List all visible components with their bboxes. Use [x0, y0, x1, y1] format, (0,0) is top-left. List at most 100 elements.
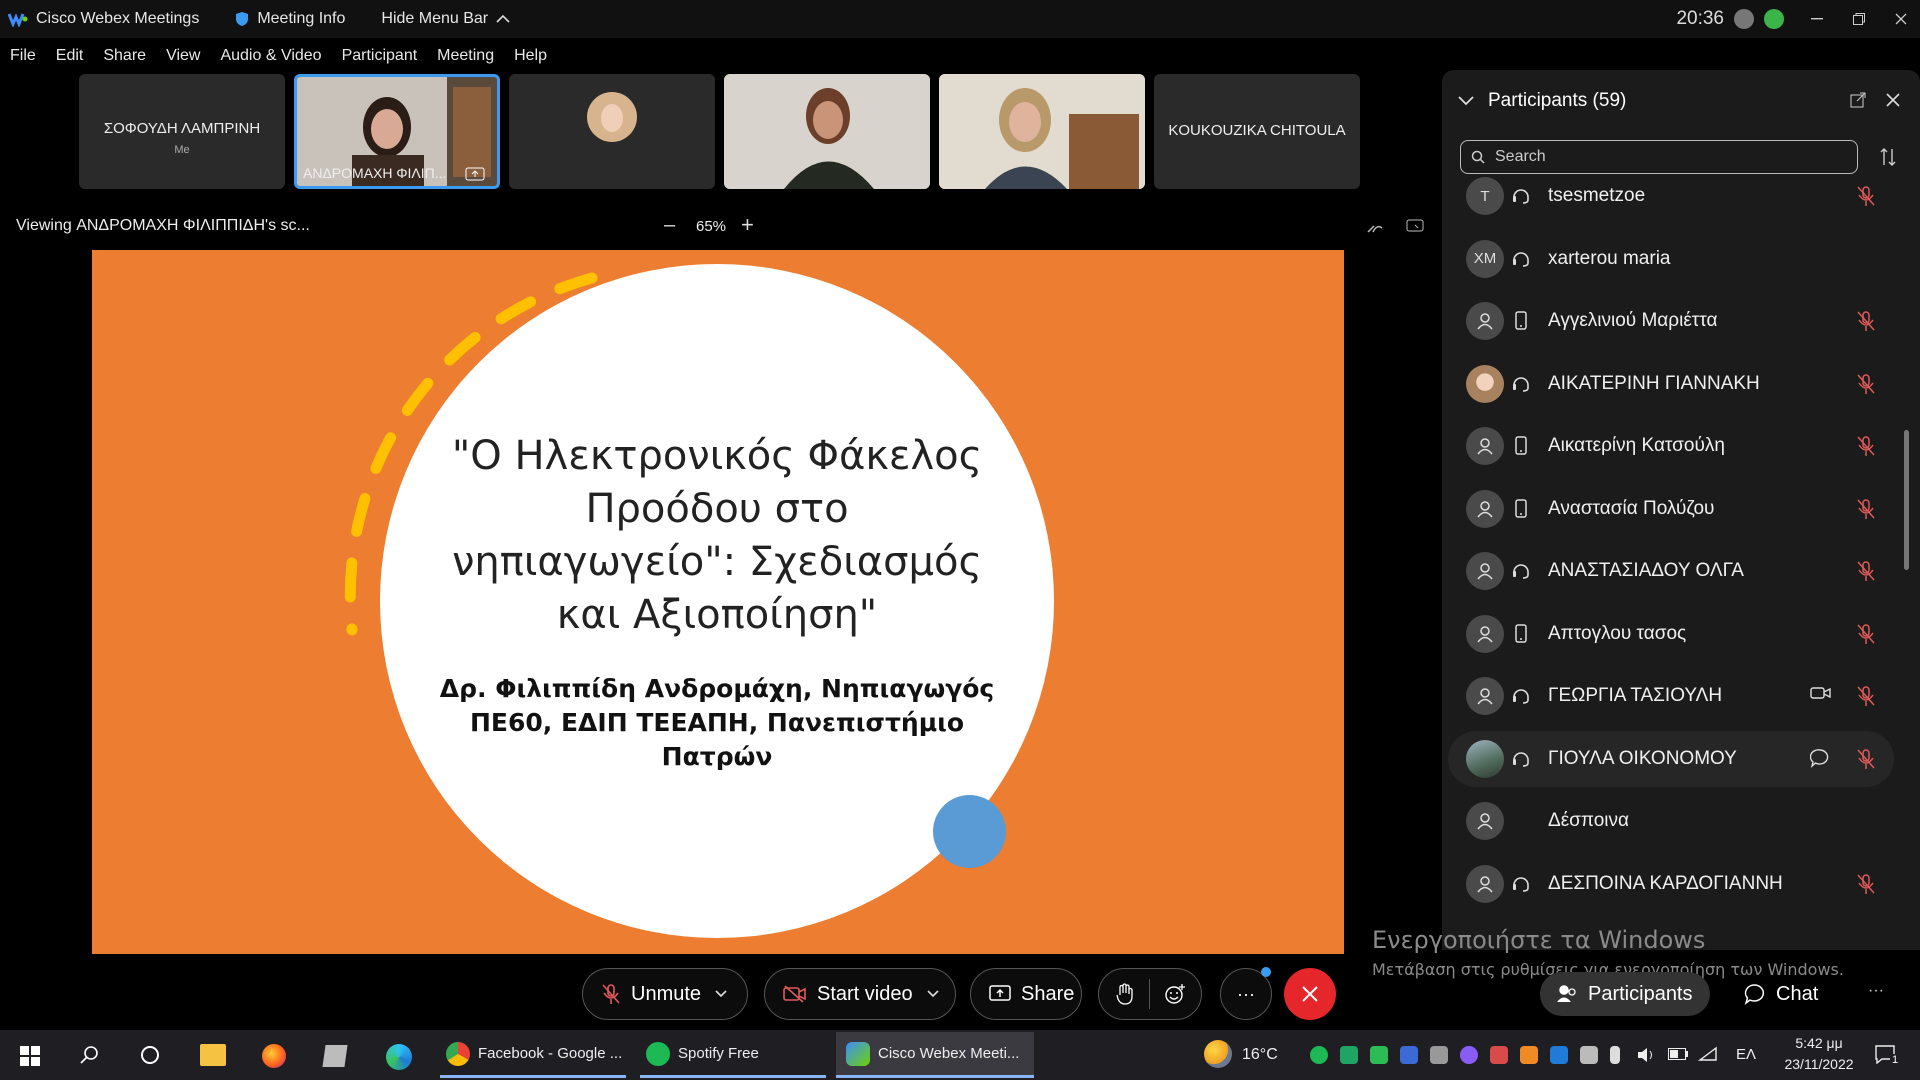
start-video-button[interactable]: Start video: [764, 968, 956, 1020]
headset-icon: [1510, 560, 1532, 582]
participant-row[interactable]: XM xarterou maria: [1448, 231, 1894, 287]
person-icon: [1466, 864, 1504, 903]
tile-name: ΑΝΔΡΟΜΑΧΗ ΦΙΛΙΠ...: [303, 165, 447, 181]
video-tile-6[interactable]: KOUKOUZIKA CHITOULA: [1154, 74, 1360, 189]
close-panel-icon[interactable]: [1886, 93, 1900, 107]
bluetooth-tray-icon[interactable]: [1550, 1046, 1568, 1064]
taskbar-app-webex[interactable]: Cisco Webex Meeti...: [836, 1032, 1034, 1078]
app-tray-icon[interactable]: [1520, 1046, 1538, 1064]
microphone-tray-icon[interactable]: [1610, 1046, 1620, 1064]
unmute-button[interactable]: Unmute: [582, 968, 748, 1020]
participant-row[interactable]: ΓΕΩΡΓΙΑ ΤΑΣΙΟΥΛΗ: [1448, 668, 1894, 724]
close-window-button[interactable]: [1882, 0, 1920, 38]
avatar: T: [1466, 177, 1504, 215]
viber-tray-icon[interactable]: [1460, 1046, 1478, 1064]
hide-menu-bar-button[interactable]: Hide Menu Bar: [381, 10, 518, 28]
chevron-down-icon[interactable]: [715, 990, 727, 998]
raise-hand-icon[interactable]: [1115, 983, 1135, 1005]
annotate-icon[interactable]: [1366, 218, 1384, 236]
participants-toggle-button[interactable]: Participants: [1540, 972, 1710, 1016]
participant-row[interactable]: Δέσποινα: [1448, 793, 1894, 849]
participant-row[interactable]: ΔΕΣΠΟΙΝΑ ΚΑΡΔΟΓΙΑΝΝΗ: [1448, 856, 1894, 912]
share-button[interactable]: Share: [970, 968, 1082, 1020]
menu-meeting[interactable]: Meeting: [437, 47, 494, 65]
drive-tray-icon[interactable]: [1340, 1046, 1358, 1064]
participant-name: ΓΙΟΥΛΑ ΟΙΚΟΝΟΜΟΥ: [1548, 747, 1737, 769]
notification-center-button[interactable]: 1: [1874, 1042, 1902, 1068]
participant-row[interactable]: ΓΙΟΥΛΑ ΟΙΚΟΝΟΜΟΥ: [1448, 730, 1894, 787]
input-language[interactable]: ΕΛ: [1736, 1046, 1756, 1063]
network-icon[interactable]: [1734, 9, 1754, 29]
store-app-icon[interactable]: [322, 1045, 348, 1067]
participant-row[interactable]: Αναστασία Πολύζου: [1448, 481, 1894, 537]
chevron-down-icon[interactable]: [927, 990, 939, 998]
activation-watermark-title: Ενεργοποιήστε τα Windows: [1372, 926, 1706, 954]
person-icon: [1466, 802, 1504, 840]
remote-control-icon[interactable]: [1406, 218, 1424, 236]
participant-row[interactable]: Απτογλου τασος: [1448, 606, 1894, 662]
connection-stats-icon[interactable]: [1764, 9, 1784, 29]
app-tray-icon[interactable]: [1400, 1046, 1418, 1064]
menu-edit[interactable]: Edit: [56, 47, 84, 65]
mic-muted-icon: [1856, 373, 1878, 395]
file-explorer-icon[interactable]: [200, 1044, 226, 1066]
menu-participant[interactable]: Participant: [342, 47, 418, 65]
taskbar-time[interactable]: 5:42 μμ: [1784, 1035, 1854, 1051]
reaction-icon[interactable]: [1164, 983, 1186, 1005]
chat-button[interactable]: Chat: [1744, 972, 1818, 1016]
leave-meeting-button[interactable]: [1284, 968, 1336, 1020]
participant-row[interactable]: ΑΙΚΑΤΕΡΙΝΗ ΓΙΑΝΝΑΚΗ: [1448, 356, 1894, 412]
wifi-icon[interactable]: [1698, 1046, 1718, 1062]
firefox-icon[interactable]: [262, 1044, 286, 1068]
participant-row[interactable]: Ttsesmetzoe: [1448, 168, 1894, 224]
windows-start-icon[interactable]: [20, 1046, 40, 1066]
person-icon: [1466, 302, 1504, 340]
overflow-menu-button[interactable]: ···: [1868, 982, 1884, 1000]
spotify-tray-icon[interactable]: [1310, 1046, 1328, 1064]
security-tray-icon[interactable]: [1580, 1046, 1598, 1064]
video-tile-active-speaker[interactable]: ΑΝΔΡΟΜΑΧΗ ΦΙΛΙΠ...: [294, 74, 500, 189]
video-tile-self[interactable]: ΣΟΦΟΥΔΗ ΛΑΜΠΡΙΝΗ Me: [79, 74, 285, 189]
more-options-button[interactable]: ···: [1220, 967, 1272, 1020]
search-icon[interactable]: [80, 1045, 100, 1065]
participant-scrollbar[interactable]: [1904, 430, 1909, 570]
restore-button[interactable]: [1840, 0, 1878, 38]
taskbar-app-chrome[interactable]: Facebook - Google ...: [440, 1032, 626, 1078]
webex-icon: [846, 1041, 870, 1066]
meeting-info-button[interactable]: Meeting Info: [235, 10, 345, 28]
weather-icon[interactable]: [1204, 1040, 1232, 1068]
zoom-out-button[interactable]: –: [664, 214, 675, 237]
video-tile-3[interactable]: [509, 74, 715, 189]
menu-help[interactable]: Help: [514, 47, 547, 65]
edge-icon[interactable]: [386, 1044, 412, 1070]
participant-name: ΓΕΩΡΓΙΑ ΤΑΣΙΟΥΛΗ: [1548, 685, 1723, 706]
viewing-label: Viewing ΑΝΔΡΟΜΑΧΗ ΦΙΛΙΠΠΙΔΗ's sc...: [16, 217, 310, 234]
menu-file[interactable]: File: [10, 47, 36, 65]
video-tile-5[interactable]: [939, 74, 1145, 189]
menu-view[interactable]: View: [166, 47, 200, 65]
participant-row[interactable]: Αικατερίνη Κατσούλη: [1448, 418, 1894, 474]
app-tray-icon[interactable]: [1490, 1046, 1508, 1064]
participant-row[interactable]: ΑΝΑΣΤΑΣΙΑΔΟΥ ΟΛΓΑ: [1448, 543, 1894, 599]
battery-icon[interactable]: [1668, 1048, 1688, 1060]
chevron-down-icon[interactable]: [1458, 96, 1474, 106]
taskbar-date[interactable]: 23/11/2022: [1776, 1056, 1862, 1072]
pop-out-icon[interactable]: [1850, 92, 1866, 108]
participant-row[interactable]: Αγγελινιού Μαριέττα: [1448, 293, 1894, 349]
search-input[interactable]: [1495, 148, 1835, 166]
app-tray-icon[interactable]: [1430, 1046, 1448, 1064]
menu-share[interactable]: Share: [103, 47, 146, 65]
app-tray-icon[interactable]: [1370, 1046, 1388, 1064]
sort-icon[interactable]: [1879, 147, 1897, 167]
restore-icon: [1853, 13, 1865, 25]
minimize-button[interactable]: [1798, 0, 1836, 38]
mic-muted-icon: [1856, 560, 1878, 582]
chat-bubble-icon[interactable]: [1809, 748, 1832, 770]
cortana-icon[interactable]: [140, 1045, 160, 1065]
phone-icon: [1510, 310, 1532, 332]
taskbar-app-spotify[interactable]: Spotify Free: [640, 1032, 826, 1078]
menu-audio-video[interactable]: Audio & Video: [220, 47, 321, 65]
zoom-in-button[interactable]: +: [741, 212, 754, 238]
video-tile-4[interactable]: [724, 74, 930, 189]
volume-icon[interactable]: [1636, 1046, 1656, 1064]
